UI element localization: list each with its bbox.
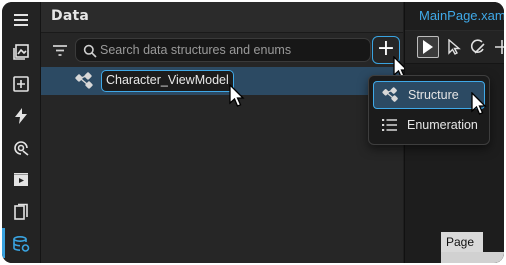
- direct-select-icon[interactable]: [443, 36, 465, 58]
- document-tab[interactable]: MainPage.xaml: [405, 2, 504, 30]
- app-window: Data + Character_ViewModel MainP: [2, 2, 504, 263]
- bindings-icon[interactable]: [11, 138, 31, 158]
- left-rail: [2, 2, 41, 263]
- add-element-icon[interactable]: [11, 74, 31, 94]
- page-artboard[interactable]: [441, 252, 504, 263]
- search-input[interactable]: [100, 39, 366, 61]
- select-tool-icon[interactable]: [417, 36, 439, 58]
- pan-icon[interactable]: [491, 36, 504, 58]
- data-item-label[interactable]: Character_ViewModel: [101, 70, 234, 92]
- panel-header: Data: [41, 2, 403, 33]
- menu-icon[interactable]: [11, 10, 31, 30]
- structure-icon: [75, 72, 95, 90]
- search-icon: [83, 43, 97, 58]
- data-icon[interactable]: [11, 234, 31, 254]
- filter-icon[interactable]: [51, 41, 69, 59]
- mouse-cursor-icon: [229, 84, 245, 107]
- editor-toolbar: [405, 31, 504, 64]
- page-label[interactable]: Page: [441, 232, 483, 252]
- rail-active-indicator: [2, 228, 5, 258]
- panel-title: Data: [51, 8, 90, 24]
- menu-item-label: Structure: [408, 88, 459, 102]
- menu-item-enumeration[interactable]: Enumeration: [373, 112, 485, 140]
- enumeration-icon: [381, 117, 399, 133]
- data-item-row[interactable]: Character_ViewModel: [41, 67, 403, 95]
- mouse-cursor-icon: [471, 92, 487, 115]
- animations-icon[interactable]: [11, 170, 31, 190]
- structure-icon: [382, 87, 400, 103]
- menu-item-label: Enumeration: [407, 118, 478, 132]
- assets-icon[interactable]: [11, 42, 31, 62]
- interactions-icon[interactable]: [11, 106, 31, 126]
- pen-icon[interactable]: [467, 36, 489, 58]
- bookmarks-icon[interactable]: [11, 202, 31, 222]
- menu-item-structure[interactable]: Structure: [373, 81, 485, 109]
- search-box[interactable]: [75, 38, 371, 62]
- data-panel: Data + Character_ViewModel: [41, 2, 403, 263]
- document-tab-label: MainPage.xaml: [419, 8, 504, 23]
